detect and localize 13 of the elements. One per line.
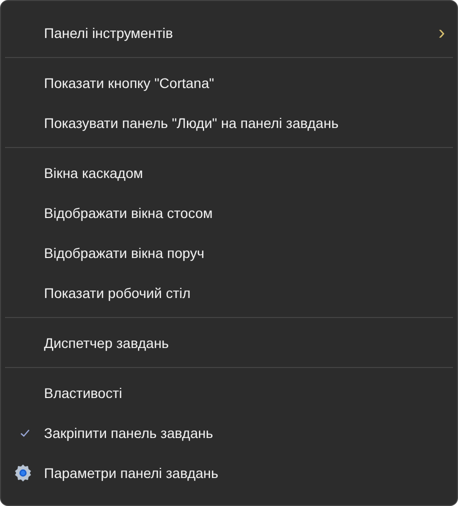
checkmark-icon bbox=[19, 427, 31, 439]
menu-item[interactable]: Відображати вікна стосом bbox=[5, 193, 453, 233]
menu-item[interactable]: Відображати вікна поруч bbox=[5, 233, 453, 273]
menu-item[interactable]: Властивості bbox=[5, 373, 453, 413]
menu-item[interactable]: Вікна каскадом bbox=[5, 153, 453, 193]
menu-item[interactable]: Показати робочий стіл bbox=[5, 273, 453, 313]
settings-icon bbox=[13, 463, 33, 483]
menu-item[interactable]: Панелі інструментів › bbox=[5, 13, 453, 53]
menu-item[interactable]: Параметри панелі завдань bbox=[5, 453, 453, 493]
menu-item[interactable]: Показувати панель "Люди" на панелі завдань bbox=[5, 103, 453, 143]
menu-item[interactable]: Показати кнопку "Cortana" bbox=[5, 63, 453, 103]
menu-item[interactable]: Диспетчер завдань bbox=[5, 323, 453, 363]
menu-item[interactable]: Закріпити панель завдань bbox=[5, 413, 453, 453]
